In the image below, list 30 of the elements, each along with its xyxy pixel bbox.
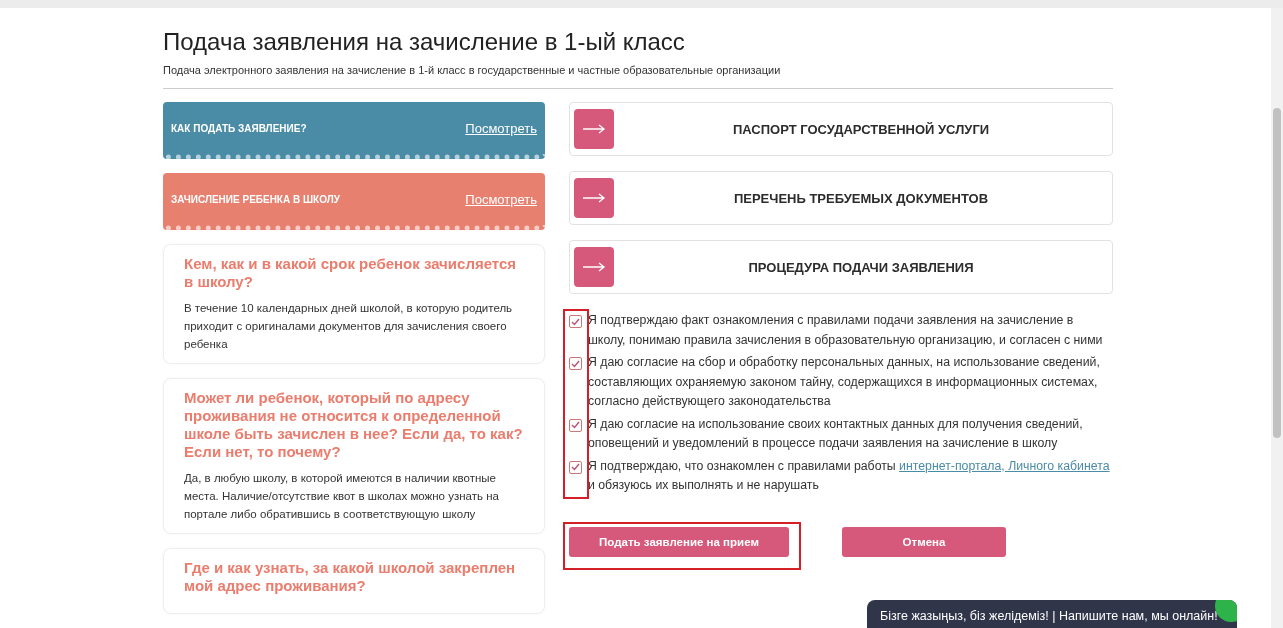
faq-answer: В течение 10 календарных дней школой, в которую родитель приходит с оригиналами документов для зачисления своего ребенка — [184, 301, 514, 352]
section-card[interactable]: ПАСПОРТ ГОСУДАРСТВЕННОЙ УСЛУГИ — [569, 102, 1113, 156]
cancel-button[interactable]: Отмена — [842, 526, 1006, 557]
consent-text: Я подтверждаю факт ознакомления с правилами подачи заявления на зачисление в школу, понимаю правила зачисления в образовательную организацию, и согласен с ними — [588, 312, 1104, 349]
checkbox[interactable] — [569, 460, 582, 474]
banner-title: КАК ПОДАТЬ ЗАЯВЛЕНИЕ? — [171, 122, 307, 134]
view-link[interactable]: Посмотреть — [465, 120, 537, 136]
section-title: ПАСПОРТ ГОСУДАРСТВЕННОЙ УСЛУГИ — [731, 121, 991, 137]
section-card[interactable]: ПРОЦЕДУРА ПОДАЧИ ЗАЯВЛЕНИЯ — [569, 240, 1113, 294]
faq-question: Где и как узнать, за какой школой закреплен мой адрес проживания? — [184, 559, 517, 595]
checkbox[interactable] — [569, 357, 582, 370]
section-card[interactable]: ПЕРЕЧЕНЬ ТРЕБУЕМЫХ ДОКУМЕНТОВ — [569, 171, 1113, 225]
page-title: Подача заявления на зачисление в 1-ый класс — [163, 28, 686, 56]
checkbox[interactable] — [569, 315, 582, 328]
faq-answer: Да, в любую школу, в которой имеются в наличии квотные места. Наличие/отсутствие квот в школах можно узнать на портале либо обратившись в соответствующую школу — [184, 471, 500, 522]
consent-text: Я даю согласие на сбор и обработку персональных данных, на использование сведений, составляющих охраняемую законом тайну, содержащихся в информационных системах, согласно действующего законодательства — [588, 354, 1101, 410]
portal-link[interactable]: интернет-портала, Личного кабинета — [899, 458, 1110, 473]
chat-widget[interactable]: Бізге жазыңыз, біз желідеміз! | Напишите нам, мы онлайн! — [867, 600, 1237, 628]
consent-text: Я даю согласие на использование своих контактных данных для получения сведений, оповещений и уведомлений в процессе подачи заявления на зачисление в школу — [588, 415, 1084, 452]
checkbox[interactable] — [569, 418, 582, 432]
faq-question: Может ли ребенок, который по адресу проживания не относится к определенной школе быть зачислен в нее? Если да, то как? Если нет, то почему? — [184, 389, 524, 461]
view-link[interactable]: Посмотреть — [465, 191, 537, 207]
consent-text: Я подтверждаю, что ознакомлен с правилами работы интернет-портала, Личного кабинета и обязуюсь их выполнять и не нарушать — [588, 457, 1111, 494]
section-title: ПРОЦЕДУРА ПОДАЧИ ЗАЯВЛЕНИЯ — [747, 259, 975, 275]
submit-button[interactable]: Подать заявление на прием — [569, 526, 789, 557]
banner-title: ЗАЧИСЛЕНИЕ РЕБЕНКА В ШКОЛУ — [171, 193, 340, 205]
section-title: ПЕРЕЧЕНЬ ТРЕБУЕМЫХ ДОКУМЕНТОВ — [732, 190, 990, 206]
scrollbar-thumb[interactable] — [1273, 108, 1281, 438]
faq-question: Кем, как и в какой срок ребенок зачисляется в школу? — [184, 255, 518, 291]
page-subtitle: Подача электронного заявления на зачисление в 1-й класс в государственные и частные образовательные организации — [163, 64, 782, 76]
